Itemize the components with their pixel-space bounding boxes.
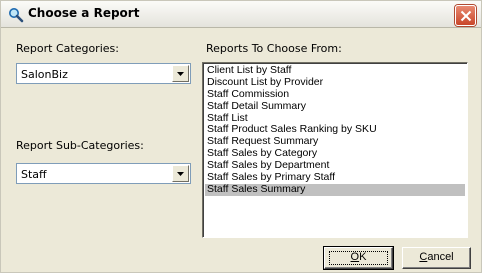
report-categories-value: SalonBiz [21,68,68,81]
report-subcategories-select[interactable]: Staff [16,163,191,184]
close-button[interactable] [455,5,476,26]
chevron-down-icon [177,172,184,176]
report-categories-select[interactable]: SalonBiz [16,63,191,84]
magnifier-icon [8,7,24,23]
reports-listbox[interactable]: Client List by Staff Discount List by Pr… [202,62,468,238]
ok-label-rest: K [359,251,367,263]
ok-button[interactable]: OK [323,246,394,270]
list-item[interactable]: Staff Detail Summary [205,100,465,113]
cancel-label-rest: ancel [427,251,454,263]
reports-list: Client List by Staff Discount List by Pr… [205,64,465,196]
reports-label: Reports To Choose From: [206,42,342,55]
report-subcategories-value: Staff [21,168,47,181]
chevron-down-icon [177,72,184,76]
list-item[interactable]: Discount List by Provider [205,76,465,89]
window-title: Choose a Report [28,6,140,20]
ok-label: OK [351,251,367,263]
title-bar[interactable]: Choose a Report [1,1,481,28]
list-item-selected[interactable]: Staff Sales Summary [205,183,465,196]
cancel-label: Cancel [419,251,453,263]
choose-report-dialog: Choose a Report Report Categories: Salon… [0,0,482,273]
report-subcategories-dropdown-button[interactable] [172,165,189,182]
cancel-button[interactable]: Cancel [402,247,471,269]
ok-mnemonic: O [350,251,360,263]
report-categories-dropdown-button[interactable] [172,65,189,82]
report-subcategories-label: Report Sub-Categories: [16,139,144,152]
report-categories-label: Report Categories: [16,42,119,55]
list-item[interactable]: Staff Commission [205,88,465,101]
close-icon [460,10,472,22]
